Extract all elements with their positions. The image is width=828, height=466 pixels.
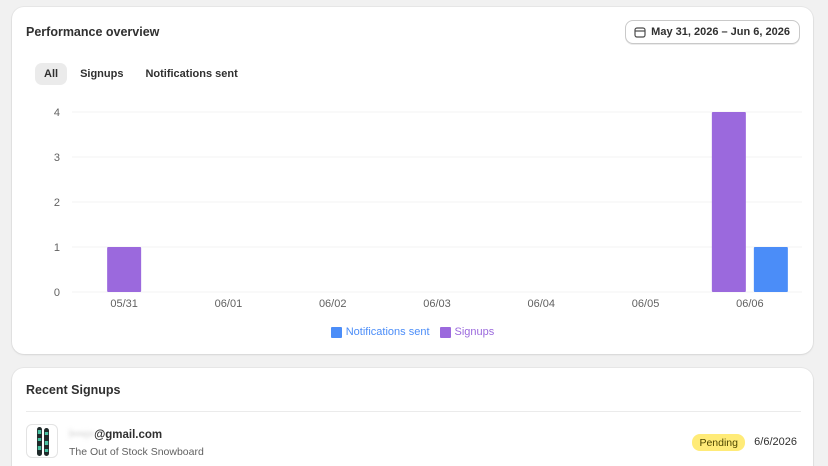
bar-signups [107, 247, 142, 292]
legend-label-notifications: Notifications sent [345, 326, 430, 338]
email-redacted: l•••e• [69, 429, 95, 441]
x-tick-label: 06/01 [215, 298, 243, 310]
product-thumbnail [26, 424, 58, 458]
x-tick-label: 05/31 [110, 298, 138, 310]
y-tick-label: 3 [54, 152, 60, 164]
list-item[interactable]: l•••e•@gmail.com The Out of Stock Snowbo… [26, 424, 797, 464]
email-domain: @gmail.com [94, 429, 163, 441]
x-tick-label: 06/02 [319, 298, 347, 310]
legend-swatch-notifications [330, 326, 342, 338]
x-tick-label: 06/05 [632, 298, 660, 310]
signup-date: 6/6/2026 [754, 436, 797, 448]
bar-signups [711, 112, 746, 292]
chart-legend: Notifications sent Signups [12, 326, 813, 338]
product-name: The Out of Stock Snowboard [69, 446, 204, 458]
y-tick-label: 1 [54, 242, 60, 254]
y-tick-label: 4 [54, 107, 60, 119]
recent-signups-title: Recent Signups [26, 383, 121, 397]
legend-label-signups: Signups [454, 326, 495, 338]
y-tick-label: 0 [54, 287, 60, 299]
x-tick-label: 06/03 [423, 298, 451, 310]
x-tick-label: 06/04 [528, 298, 556, 310]
legend-swatch-signups [439, 326, 451, 338]
divider [26, 411, 801, 412]
legend-item-signups[interactable]: Signups [439, 326, 495, 338]
y-tick-label: 2 [54, 197, 60, 209]
legend-item-notifications-sent[interactable]: Notifications sent [330, 326, 430, 338]
snowboard-icon [37, 427, 49, 456]
performance-chart: 0 1 2 3 4 05/31 06/01 06/02 06/03 06/04 06/05 06/06 [54, 107, 802, 310]
status-badge: Pending [692, 434, 745, 451]
performance-card: Performance overview May 31, 2026 – Jun … [12, 7, 813, 354]
signup-email: l•••e•@gmail.com [69, 429, 162, 441]
recent-signups-card: Recent Signups l•••e•@gmail.com The Out … [12, 368, 813, 466]
bar-notifications-sent [753, 247, 788, 292]
x-tick-label: 06/06 [736, 298, 764, 310]
